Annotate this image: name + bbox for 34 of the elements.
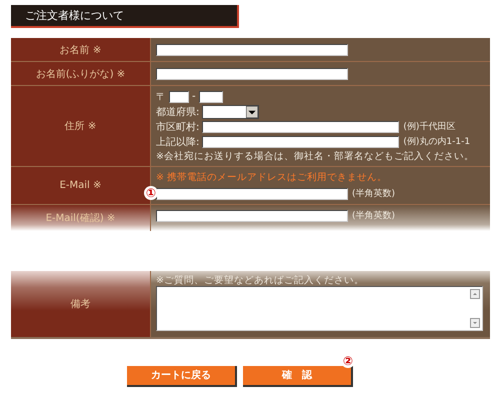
separator: - [192,91,196,102]
postal-mark: 〒 [156,90,166,104]
form-button[interactable]: カートに戻る [127,366,237,386]
remarks-note: ※ご質問、ご要望などあればご記入ください。 [156,274,365,286]
field-label: 都道府県: [156,106,200,118]
address-note: ※会社宛にお送りする場合は、御社名・部署名などもご記入ください。 [156,150,475,163]
field-label: お名前 ※ [11,38,151,61]
field-label: 住所 ※ [11,86,151,166]
input-field[interactable] [156,44,348,56]
form-button[interactable]: 確 認 [243,366,353,386]
scroll-down-icon[interactable] [470,318,480,328]
postal-code-field[interactable] [169,90,189,102]
field-label: 上記以降: [156,136,200,148]
section-title: ご注文者様について [11,5,239,28]
step-marker: ② [341,354,355,368]
format-hint: (半角英数) [352,210,396,222]
field-label: お名前(ふりがな) ※ [11,62,151,85]
remarks-textarea[interactable] [156,286,483,331]
example-hint: (例)丸の内1-1-1 [403,136,470,148]
dropdown-arrow-icon [246,106,258,118]
example-hint: (例)千代田区 [403,120,456,133]
postal-code-field[interactable] [198,90,223,102]
warning-text: ※ 携帯電話のメールアドレスはご利用できません。 [156,171,388,185]
field-label: 備考 [11,271,151,337]
email-field[interactable] [156,188,348,200]
prefecture-dropdown[interactable] [202,104,260,118]
field-label: E-Mail(確認) ※ [11,205,151,231]
input-field[interactable] [156,68,348,80]
input-field[interactable] [202,136,400,148]
email-field[interactable] [156,210,348,222]
scroll-up-icon[interactable] [470,289,480,299]
input-field[interactable] [202,120,400,132]
format-hint: (半角英数) [352,188,396,200]
field-label: 市区町村: [156,120,200,134]
